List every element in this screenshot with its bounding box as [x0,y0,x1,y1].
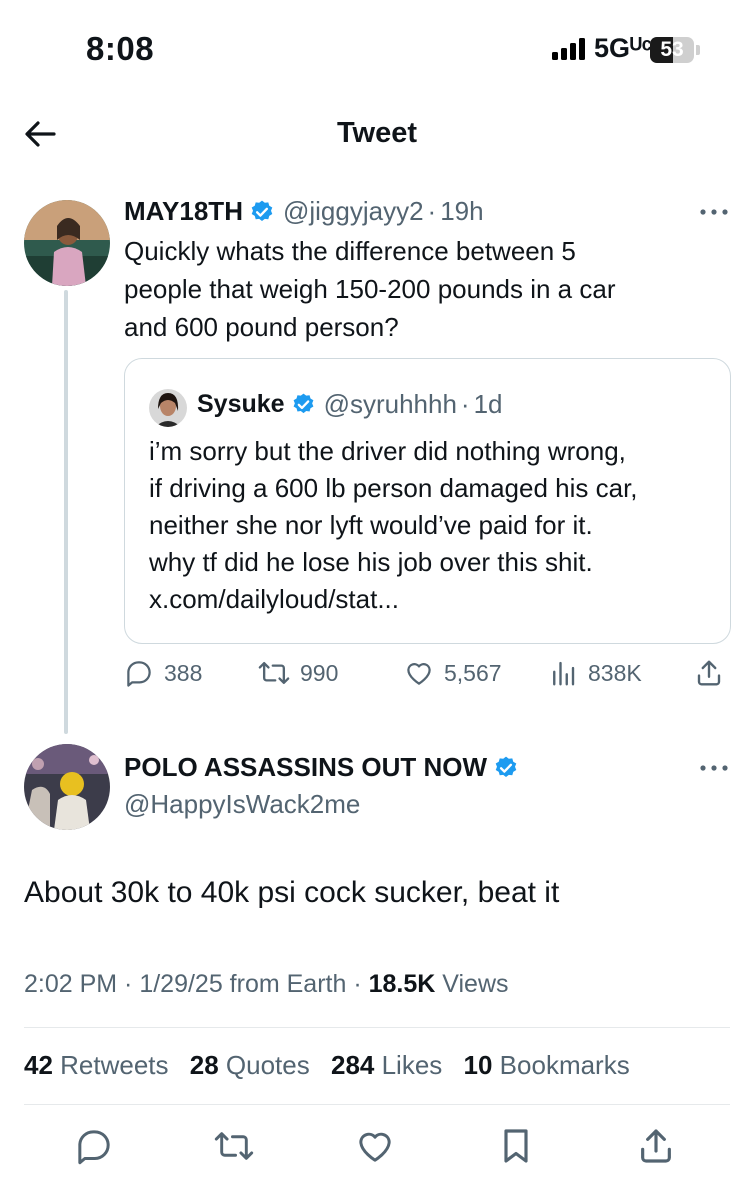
views-button[interactable]: 838K [548,658,642,688]
avatar-quoted [149,389,187,427]
tweet-timestamp: 2:02 PM · 1/29/25 from Earth · [24,970,369,998]
views-count: 838K [588,659,642,686]
original-author-row: MAY18TH @jiggyjayy2 · 19h [124,196,484,227]
quoted-tweet-body: i’m sorry but the driver did nothing wro… [149,433,709,618]
divider [24,1027,730,1028]
bookmarks-label: Bookmarks [492,1050,630,1080]
tweet-body: Quickly whats the difference between 5 p… [124,232,615,346]
reply-author-handle[interactable]: @HappyIsWack2me [124,789,360,820]
tweet-text-line: and 600 pound person? [124,312,399,342]
reply-author-name[interactable]: POLO ASSASSINS OUT NOW [124,752,487,783]
separator-dot: · [460,389,470,419]
retweet-count: 990 [300,659,339,686]
separator-dot: · [427,196,437,226]
bookmark-icon[interactable] [496,1126,536,1166]
avatar-reply[interactable] [24,744,110,830]
nav-bar: Tweet [0,100,754,170]
tweet-time[interactable]: 19h [440,196,483,227]
reply-author-row: POLO ASSASSINS OUT NOW [124,752,527,783]
verified-badge-icon [251,200,273,221]
retweet-icon[interactable] [214,1126,254,1166]
heart-icon [407,663,431,685]
like-button[interactable]: 5,567 [404,658,502,688]
quote-text-line: why tf did he lose his job over this shi… [149,547,593,577]
status-bar: 8:08 5Gᵁᶜ 53 [0,0,754,100]
author-name[interactable]: MAY18TH [124,196,243,227]
reply-handle-row: @HappyIsWack2me [124,789,360,820]
quoted-author-name: Sysuke [197,390,285,418]
tweet-action-bar: 388 990 5,567 838K [124,658,734,698]
battery-icon: 53 [650,37,694,63]
reply-button[interactable]: 388 [124,658,202,688]
verified-badge-icon [495,756,517,777]
quotes-label: Quotes [218,1050,310,1080]
bookmarks-stat[interactable]: 10 Bookmarks [464,1050,630,1080]
reply-icon[interactable] [74,1126,114,1166]
likes-count: 284 [330,1050,375,1080]
more-options-icon[interactable] [698,207,730,217]
likes-stat[interactable]: 284 Likes [331,1050,442,1080]
tweet-text-line: Quickly whats the difference between 5 [124,236,576,266]
battery-level: 53 [660,38,684,61]
share-button[interactable] [694,658,724,688]
share-icon [697,660,721,686]
more-options-icon[interactable] [698,763,730,773]
retweets-count: 42 [24,1050,53,1080]
tweet-views-label: Views [435,970,509,998]
tweet-views-count: 18.5K [368,970,436,998]
quote-text-line: i’m sorry but the driver did nothing wro… [149,436,626,466]
quotes-stat[interactable]: 28 Quotes [190,1050,310,1080]
quoted-author-handle: @syruhhhh [323,389,457,419]
retweet-icon [258,661,290,685]
battery-tip [696,45,700,55]
quoted-tweet-time: 1d [473,389,503,419]
status-time: 8:08 [86,30,155,67]
thread-line [64,290,68,734]
heart-icon[interactable] [355,1126,395,1166]
quoted-tweet[interactable]: Sysuke @syruhhhh · 1d i’m sorry but the … [124,358,731,644]
bookmarks-count: 10 [463,1050,493,1080]
author-handle[interactable]: @jiggyjayy2 [283,196,424,227]
reply-count: 388 [164,659,203,686]
like-count: 5,567 [444,659,502,686]
views-chart-icon [553,661,575,686]
verified-badge-icon [293,393,313,414]
likes-label: Likes [374,1050,443,1080]
quoted-author-row: Sysuke @syruhhhh · 1d [197,389,503,420]
reply-tweet-body: About 30k to 40k psi cock sucker, beat i… [24,876,560,909]
tweet-meta: 2:02 PM · 1/29/25 from Earth · 18.5K Vie… [24,970,509,999]
quote-text-line: if driving a 600 lb person damaged his c… [149,473,638,503]
share-icon[interactable] [636,1126,676,1166]
retweets-stat[interactable]: 42 Retweets [24,1050,169,1080]
divider [24,1104,730,1105]
quote-text-line: neither she nor lyft would’ve paid for i… [149,510,593,540]
retweet-button[interactable]: 990 [258,658,338,688]
network-label: 5Gᵁᶜ [594,33,653,63]
quotes-count: 28 [189,1050,219,1080]
signal-icon [552,38,585,60]
retweets-label: Retweets [52,1050,169,1080]
reply-icon [127,661,151,687]
bottom-action-bar [0,1126,754,1170]
tweet-text-line: people that weigh 150-200 pounds in a ca… [124,274,616,304]
tweet-stats: 42 Retweets 28 Quotes 284 Likes 10 Bookm… [24,1050,644,1081]
quote-link[interactable]: x.com/dailyloud/stat... [149,581,709,618]
avatar-original[interactable] [24,200,110,286]
page-title: Tweet [336,117,418,149]
